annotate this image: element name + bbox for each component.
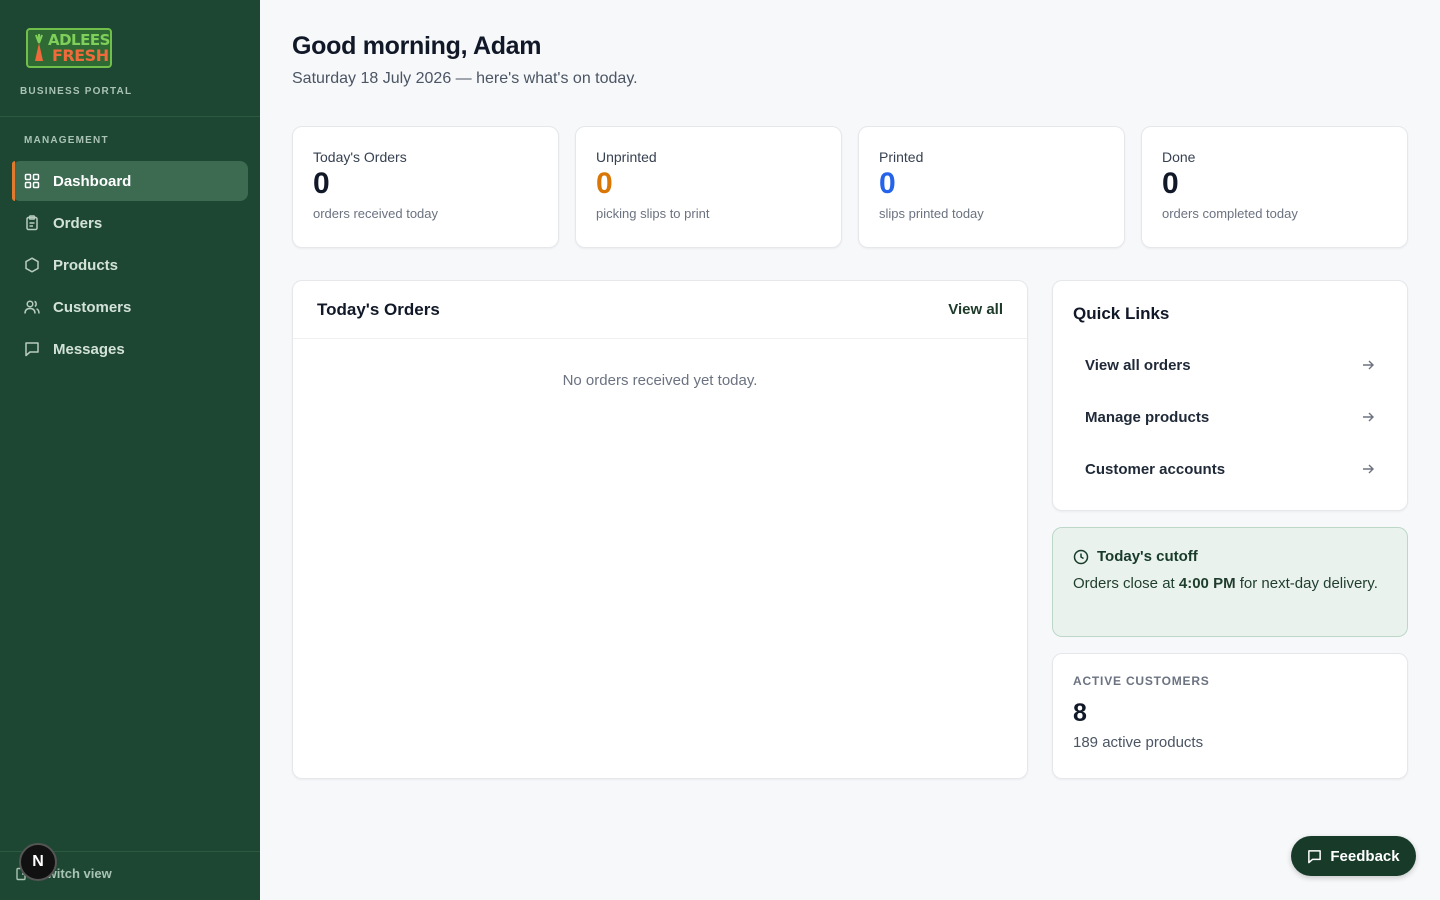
dev-tools-badge[interactable]: N <box>19 843 57 881</box>
hexagon-box-icon <box>24 257 40 273</box>
stat-value: 0 <box>596 167 613 200</box>
quick-links-title: Quick Links <box>1073 304 1170 323</box>
cutoff-title: Today's cutoff <box>1097 548 1198 565</box>
clock-icon <box>1073 549 1089 565</box>
stat-value: 0 <box>313 167 330 200</box>
arrow-right-icon <box>1361 410 1375 424</box>
quick-links-panel: Quick Links View all orders Manage produ… <box>1052 280 1408 511</box>
dashboard-grid-icon <box>24 173 40 189</box>
cutoff-time: 4:00 PM <box>1178 575 1236 592</box>
stat-label: Today's Orders <box>313 149 407 165</box>
sidebar-item-label: Orders <box>53 214 103 232</box>
sidebar-section-label: MANAGEMENT <box>24 135 109 146</box>
orders-panel-header: Today's Orders View all <box>293 281 1027 339</box>
stat-hint: picking slips to print <box>596 206 710 221</box>
view-all-link[interactable]: View all <box>948 301 1003 318</box>
clipboard-icon <box>24 215 40 231</box>
logo-mark: ADLEES FRESH <box>26 28 112 68</box>
stat-value: 0 <box>879 167 896 200</box>
arrow-right-icon <box>1361 462 1375 476</box>
sidebar-item-label: Messages <box>53 340 125 358</box>
stat-card-printed: Printed 0 slips printed today <box>858 126 1125 248</box>
sidebar-nav: Dashboard Orders Products Customers Mess… <box>12 161 248 371</box>
quick-link-view-all-orders[interactable]: View all orders <box>1073 343 1389 387</box>
orders-panel-title: Today's Orders <box>317 300 440 319</box>
chat-bubble-icon <box>24 341 40 357</box>
stat-value: 0 <box>1162 167 1179 200</box>
cutoff-text-after: for next-day delivery. <box>1235 575 1378 592</box>
quick-link-customer-accounts[interactable]: Customer accounts <box>1073 447 1389 491</box>
sidebar-item-orders[interactable]: Orders <box>12 203 248 243</box>
quick-link-label: View all orders <box>1085 356 1191 374</box>
todays-orders-panel: Today's Orders View all No orders receiv… <box>292 280 1028 779</box>
cutoff-header: Today's cutoff <box>1073 548 1387 565</box>
feedback-button[interactable]: Feedback <box>1291 836 1416 876</box>
stat-card-unprinted: Unprinted 0 picking slips to print <box>575 126 842 248</box>
sidebar-item-messages[interactable]: Messages <box>12 329 248 369</box>
page-title: Good morning, Adam <box>292 32 542 60</box>
arrow-right-icon <box>1361 358 1375 372</box>
stat-card-todays-orders: Today's Orders 0 orders received today <box>292 126 559 248</box>
active-customers-card: ACTIVE CUSTOMERS 8 189 active products <box>1052 653 1408 779</box>
sidebar-item-label: Dashboard <box>53 172 132 190</box>
portal-label: BUSINESS PORTAL <box>20 86 133 97</box>
brand-logo[interactable]: ADLEES FRESH <box>26 28 112 68</box>
stat-hint: orders completed today <box>1162 206 1298 221</box>
cutoff-text-before: Orders close at <box>1073 575 1179 592</box>
users-icon <box>24 299 40 315</box>
feedback-label: Feedback <box>1330 847 1400 865</box>
sidebar-item-dashboard[interactable]: Dashboard <box>12 161 248 201</box>
cutoff-text: Orders close at 4:00 PM for next-day del… <box>1073 574 1387 594</box>
active-customers-label: ACTIVE CUSTOMERS <box>1073 674 1210 688</box>
cutoff-notice: Today's cutoff Orders close at 4:00 PM f… <box>1052 527 1408 637</box>
carrot-icon <box>35 34 43 61</box>
sidebar-item-label: Customers <box>53 298 132 316</box>
sidebar-item-label: Products <box>53 256 119 274</box>
sidebar: ADLEES FRESH BUSINESS PORTAL MANAGEMENT … <box>0 0 260 900</box>
stat-label: Unprinted <box>596 149 657 165</box>
stat-card-done: Done 0 orders completed today <box>1141 126 1408 248</box>
logo-text-line2: FRESH <box>52 46 109 65</box>
empty-state-message: No orders received yet today. <box>562 372 758 389</box>
active-customers-value: 8 <box>1073 699 1087 727</box>
stat-label: Done <box>1162 149 1196 165</box>
chat-bubble-icon <box>1307 849 1322 864</box>
stat-label: Printed <box>879 149 924 165</box>
stat-hint: slips printed today <box>879 206 984 221</box>
sidebar-item-products[interactable]: Products <box>12 245 248 285</box>
sidebar-item-customers[interactable]: Customers <box>12 287 248 327</box>
quick-link-manage-products[interactable]: Manage products <box>1073 395 1389 439</box>
sidebar-divider <box>0 116 260 117</box>
quick-link-label: Manage products <box>1085 408 1210 426</box>
quick-link-label: Customer accounts <box>1085 460 1226 478</box>
active-products-count: 189 active products <box>1073 734 1204 751</box>
page-subtitle: Saturday 18 July 2026 — here's what's on… <box>292 70 638 87</box>
stat-hint: orders received today <box>313 206 439 221</box>
